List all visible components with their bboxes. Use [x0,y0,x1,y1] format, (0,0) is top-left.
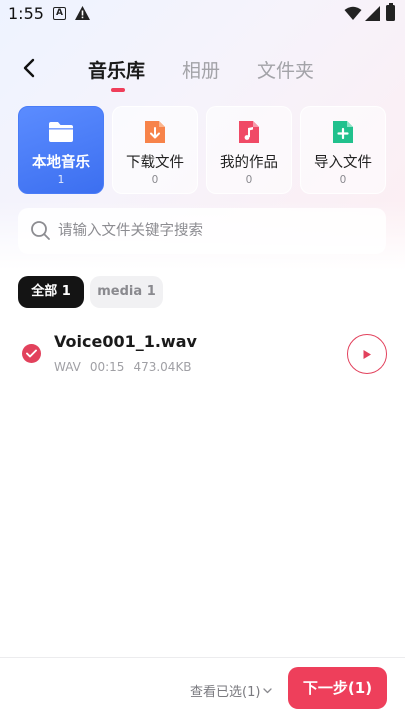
tab-music-library[interactable]: 音乐库 [88,56,145,83]
list-item[interactable]: Voice001_1.wav WAV 00:15 473.04KB [0,322,405,386]
file-size: 473.04KB [133,360,192,374]
filter-chip-all[interactable]: 全部 1 [18,276,84,308]
status-bar: 1:55 A [0,0,405,28]
folder-icon [47,118,75,146]
next-step-button[interactable]: 下一步(1) [288,667,387,709]
filter-chip-media[interactable]: media 1 [90,276,163,308]
category-local-music[interactable]: 本地音乐 1 [18,106,104,194]
checkmark-icon [26,349,37,358]
tab-folder[interactable]: 文件夹 [257,56,314,83]
active-tab-indicator [111,88,125,92]
category-count: 0 [245,174,253,186]
search-box [18,208,386,254]
bottom-divider [0,657,405,658]
wifi-icon [344,6,362,25]
selected-checkbox[interactable] [22,344,41,363]
category-label: 本地音乐 [32,155,90,171]
download-file-icon [141,118,169,146]
view-selected-label: 查看已选(1) [190,685,261,700]
category-my-works[interactable]: 我的作品 0 [206,106,292,194]
category-label: 下载文件 [126,155,184,171]
search-input[interactable] [58,208,376,254]
chevron-left-icon [23,58,35,78]
category-label: 我的作品 [220,155,278,171]
cell-signal-icon [365,6,381,25]
file-format: WAV [54,360,81,374]
file-name: Voice001_1.wav [54,332,197,351]
category-import[interactable]: 导入文件 0 [300,106,386,194]
status-time: 1:55 [8,4,44,23]
category-count: 1 [57,174,65,186]
category-label: 导入文件 [314,155,372,171]
play-button[interactable] [347,334,387,374]
play-icon [363,349,371,359]
add-file-icon [329,118,357,146]
category-count: 0 [151,174,159,186]
file-meta: WAV 00:15 473.04KB [54,360,201,374]
category-downloads[interactable]: 下载文件 0 [112,106,198,194]
search-icon [30,220,51,245]
back-button[interactable] [14,54,44,82]
battery-icon [386,3,395,21]
warning-icon [74,5,91,25]
category-count: 0 [339,174,347,186]
tab-album[interactable]: 相册 [182,56,220,83]
chevron-down-icon [263,687,273,693]
music-file-icon [235,118,263,146]
notification-a-icon: A [53,7,66,20]
file-duration: 00:15 [89,360,125,374]
app-screen: 1:55 A 音乐库 相册 文件夹 本地音乐 1 下载文件 0 我的作品 0 导… [0,0,405,720]
view-selected-button[interactable]: 查看已选(1) [190,681,273,700]
